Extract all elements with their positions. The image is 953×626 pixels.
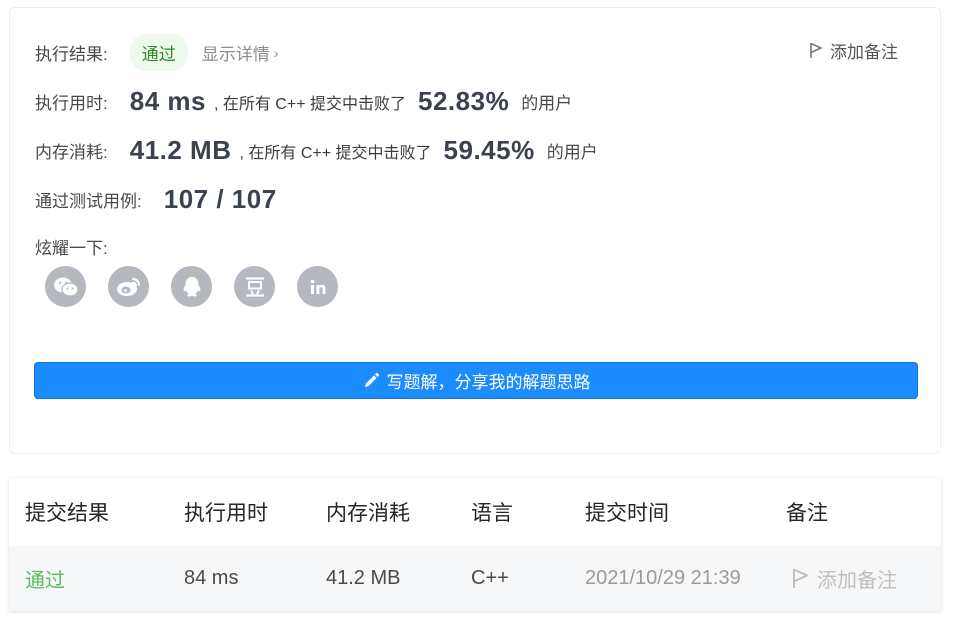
result-row: 执行结果: 通过 显示详情 › xyxy=(35,34,278,71)
pencil-icon xyxy=(364,372,379,387)
show-details-label: 显示详情 xyxy=(201,45,270,64)
testcases-label: 通过测试用例: xyxy=(35,192,142,211)
submissions-table: 提交结果 执行用时 内存消耗 语言 提交时间 备注 通过 84 ms 41.2 … xyxy=(9,478,941,611)
flag-icon xyxy=(793,568,808,588)
qq-icon[interactable] xyxy=(171,266,212,307)
row-add-note-button[interactable]: 添加备注 xyxy=(792,546,897,611)
memory-label: 内存消耗: xyxy=(35,143,108,162)
row-submit-time: 2021/10/29 21:39 xyxy=(585,567,741,589)
row-memory: 41.2 MB xyxy=(326,567,401,589)
runtime-beat-text: , 在所有 C++ 提交中击败了 xyxy=(213,95,406,113)
chevron-right-icon: › xyxy=(273,44,279,61)
share-row: 炫耀一下: xyxy=(35,234,108,259)
testcases-row: 通过测试用例: 107 / 107 xyxy=(35,184,277,215)
runtime-value: 84 ms xyxy=(129,86,206,116)
add-note-button[interactable]: 添加备注 xyxy=(809,38,898,63)
table-row[interactable]: 通过 84 ms 41.2 MB C++ 2021/10/29 21:39 添加… xyxy=(9,546,941,611)
row-language: C++ xyxy=(471,567,509,589)
runtime-row: 执行用时: 84 ms , 在所有 C++ 提交中击败了 52.83% 的用户 xyxy=(35,86,572,117)
submission-result-card: 执行结果: 通过 显示详情 › 添加备注 执行用时: 84 ms , 在所有 C… xyxy=(9,7,941,454)
flag-icon xyxy=(810,42,822,58)
memory-suffix: 的用户 xyxy=(546,143,598,162)
memory-beat-text: , 在所有 C++ 提交中击败了 xyxy=(239,144,432,162)
runtime-label: 执行用时: xyxy=(35,94,108,113)
write-solution-label: 写题解，分享我的解题思路 xyxy=(386,373,591,392)
result-label: 执行结果: xyxy=(35,45,108,64)
header-note: 备注 xyxy=(786,502,828,525)
header-language: 语言 xyxy=(471,502,513,525)
header-runtime: 执行用时 xyxy=(184,502,268,525)
table-header: 提交结果 执行用时 内存消耗 语言 提交时间 备注 xyxy=(9,478,941,546)
row-runtime: 84 ms xyxy=(184,567,239,589)
status-badge: 通过 xyxy=(129,34,188,71)
header-result: 提交结果 xyxy=(25,502,109,525)
header-memory: 内存消耗 xyxy=(326,502,410,525)
add-note-label: 添加备注 xyxy=(830,43,898,62)
header-submit-time: 提交时间 xyxy=(585,502,669,525)
memory-row: 内存消耗: 41.2 MB , 在所有 C++ 提交中击败了 59.45% 的用… xyxy=(35,135,598,166)
linkedin-icon[interactable] xyxy=(297,266,338,307)
runtime-percent: 52.83% xyxy=(418,86,510,116)
runtime-suffix: 的用户 xyxy=(521,94,573,113)
row-add-note-label: 添加备注 xyxy=(817,570,897,592)
testcases-value: 107 / 107 xyxy=(163,184,277,214)
share-label: 炫耀一下: xyxy=(35,239,108,258)
show-details-link[interactable]: 显示详情 › xyxy=(202,40,279,65)
write-solution-button[interactable]: 写题解，分享我的解题思路 xyxy=(34,362,918,399)
row-status[interactable]: 通过 xyxy=(25,546,65,611)
memory-value: 41.2 MB xyxy=(129,135,232,165)
share-icons xyxy=(45,266,338,307)
memory-percent: 59.45% xyxy=(443,135,535,165)
douban-icon[interactable] xyxy=(234,266,275,307)
weibo-icon[interactable] xyxy=(108,266,149,307)
wechat-icon[interactable] xyxy=(45,266,86,307)
